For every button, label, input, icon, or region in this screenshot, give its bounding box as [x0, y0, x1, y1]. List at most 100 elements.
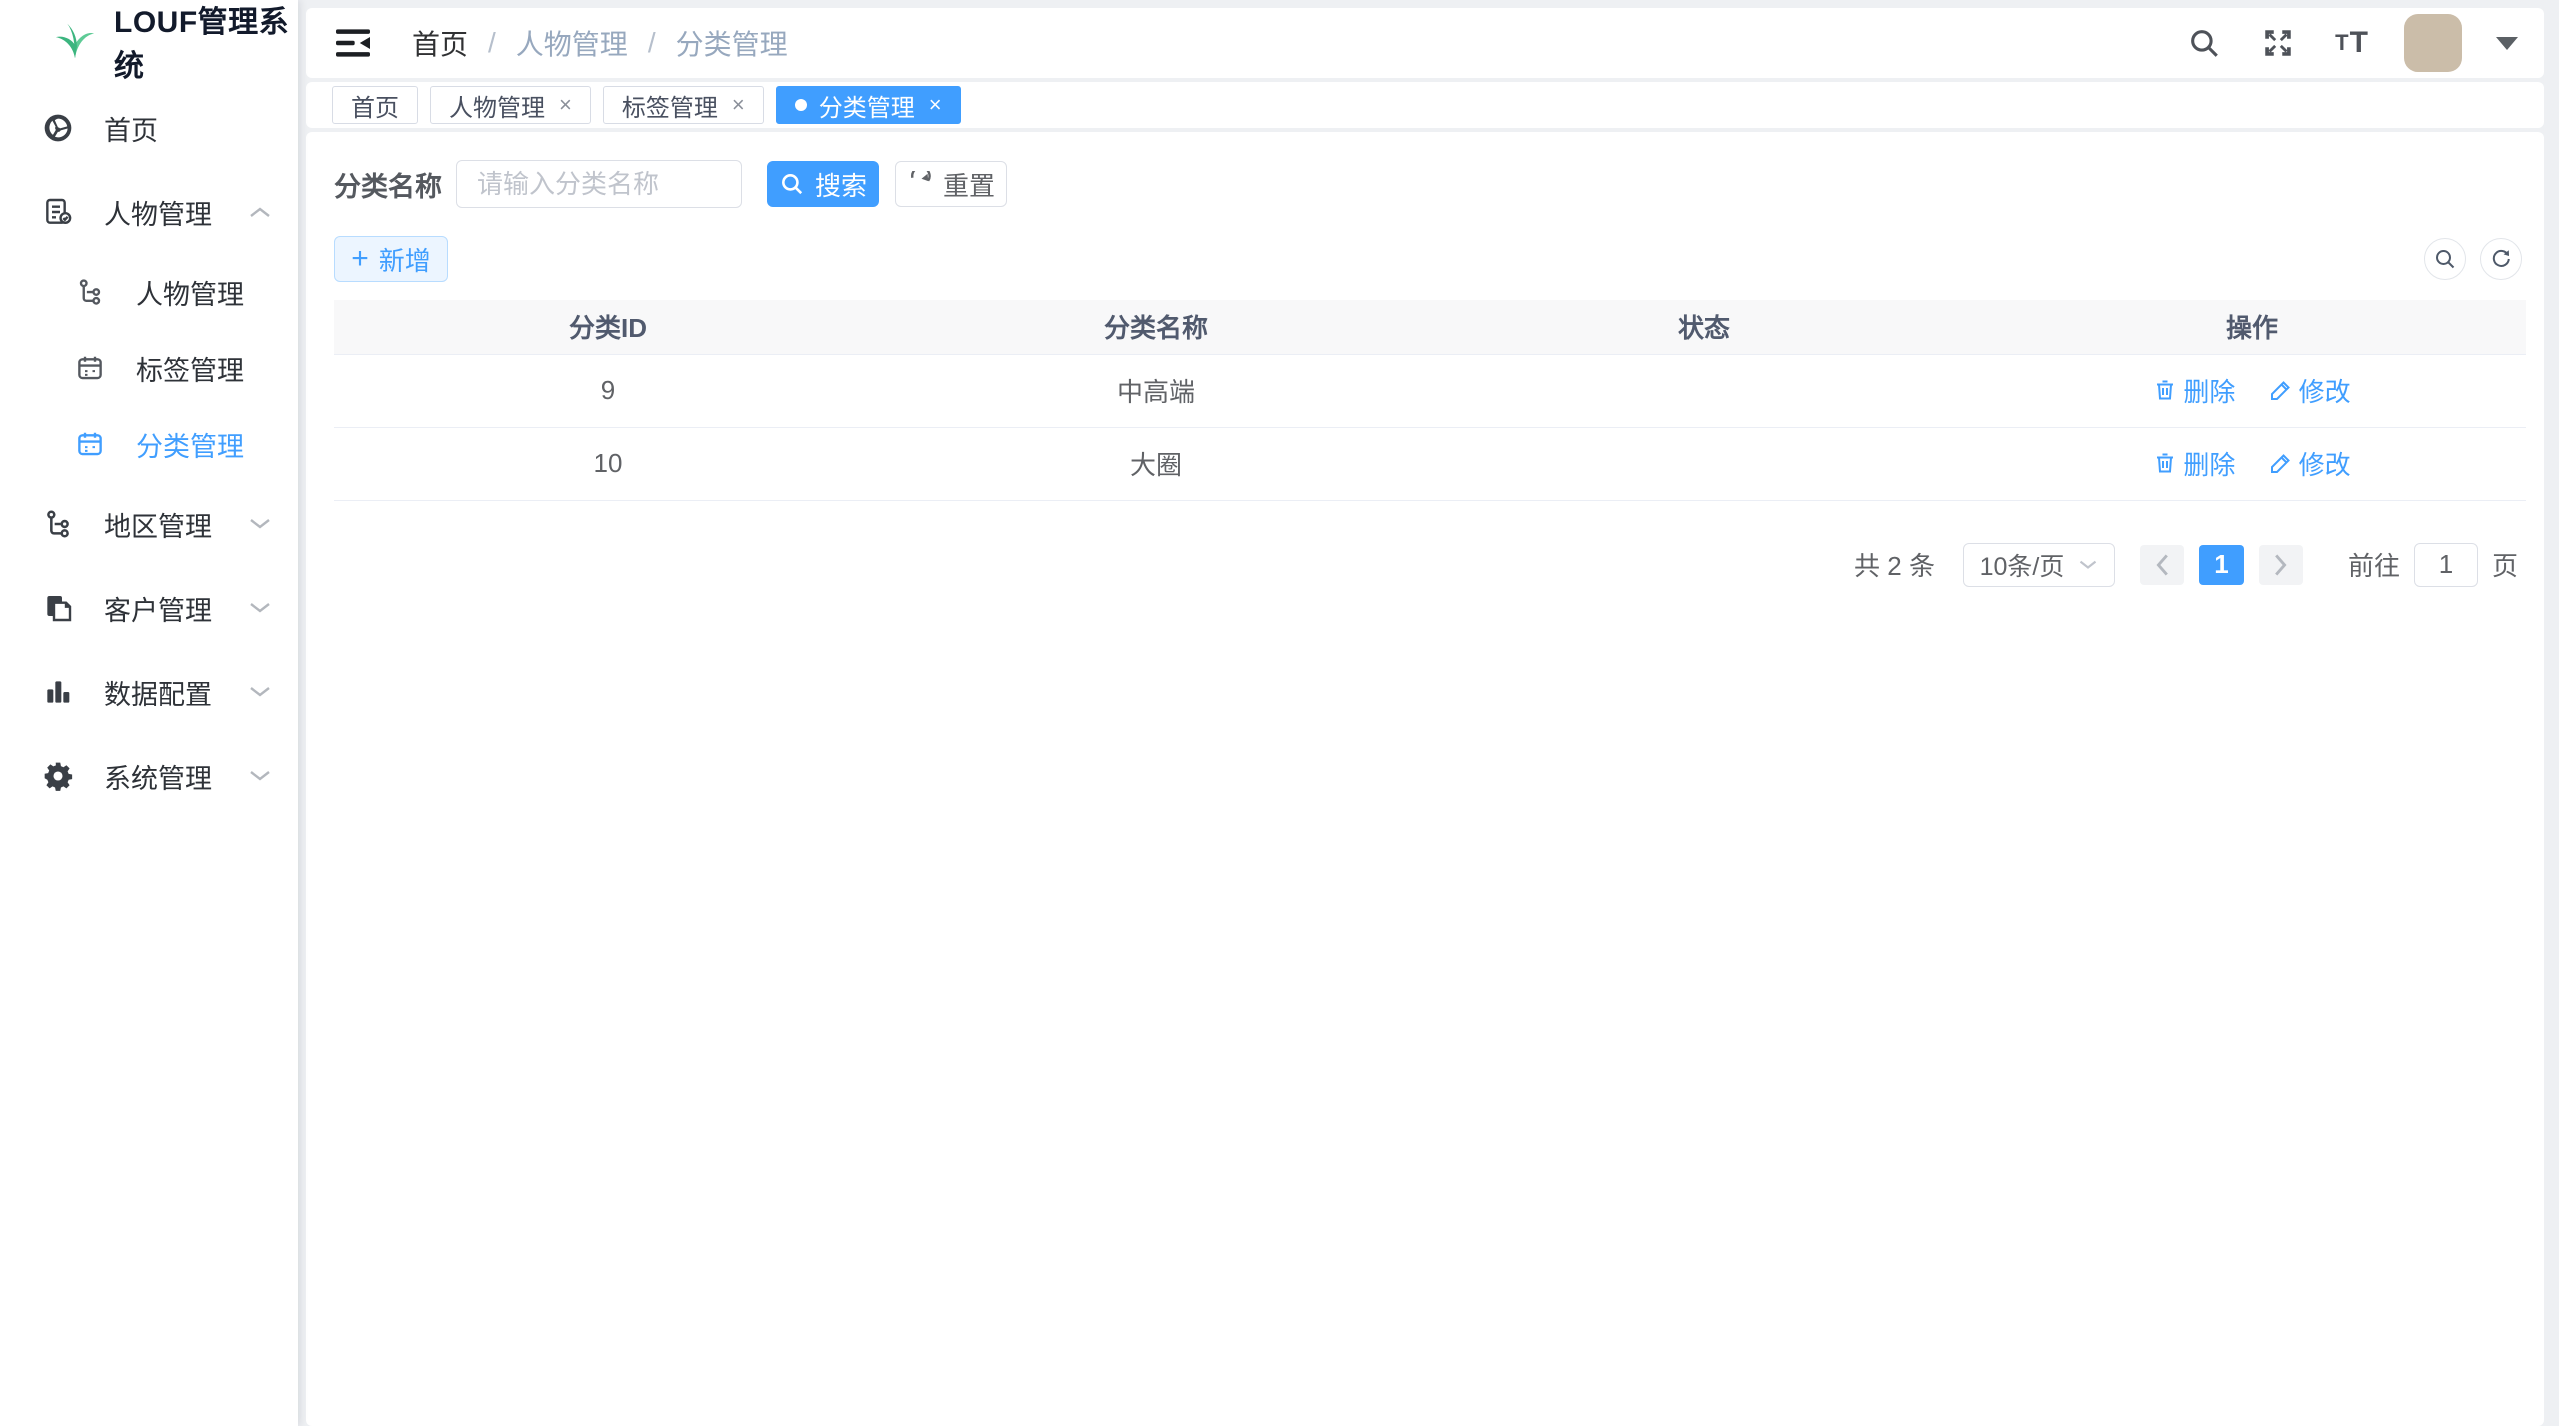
sidebar-item-system-manage[interactable]: 系统管理 [0, 734, 298, 818]
delete-button[interactable]: 删除 [2153, 445, 2235, 482]
breadcrumb-category: 分类管理 [676, 23, 788, 63]
plus-icon: + [351, 244, 369, 274]
tab-category-manage[interactable]: 分类管理 × [776, 86, 961, 124]
people-doc-icon [40, 196, 76, 228]
sidebar-item-people-group[interactable]: 人物管理 [0, 170, 298, 254]
sidebar-item-label: 地区管理 [104, 505, 248, 544]
search-icon[interactable] [2182, 21, 2226, 65]
chevron-down-icon [248, 601, 272, 615]
edit-label: 修改 [2299, 445, 2351, 482]
sidebar-item-data-config[interactable]: 数据配置 [0, 650, 298, 734]
chevron-left-icon [2153, 553, 2171, 577]
edit-button[interactable]: 修改 [2269, 445, 2351, 482]
tab-label: 标签管理 [622, 88, 718, 123]
category-name-label: 分类名称 [334, 165, 442, 204]
app-logo[interactable]: LOUF管理系统 [0, 0, 298, 82]
tab-label: 人物管理 [449, 88, 545, 123]
chevron-down-icon [248, 517, 272, 531]
sidebar-item-label: 标签管理 [136, 349, 272, 388]
breadcrumb-separator: / [488, 27, 496, 59]
calendar-icon [72, 353, 108, 383]
gear-icon [40, 760, 76, 792]
add-button-label: 新增 [379, 241, 431, 278]
sidebar-item-person-manage[interactable]: 人物管理 [0, 254, 298, 330]
goto-page-input[interactable] [2414, 543, 2478, 587]
category-table: 分类ID 分类名称 状态 操作 9 中高端 删除 [334, 300, 2526, 501]
sidebar: LOUF管理系统 首页 人物管理 人物管理 [0, 0, 298, 1426]
bar-chart-icon [40, 676, 76, 708]
calendar-icon [72, 429, 108, 459]
font-size-icon[interactable]: TT [2330, 21, 2374, 65]
column-header-id: 分类ID [334, 300, 882, 354]
fullscreen-icon[interactable] [2256, 21, 2300, 65]
cell-category-name: 大圈 [882, 427, 1430, 500]
next-page-button[interactable] [2259, 545, 2303, 585]
close-icon[interactable]: × [929, 92, 942, 118]
tab-label: 分类管理 [819, 88, 915, 123]
total-count: 共 2 条 [1854, 546, 1935, 583]
goto-label: 前往 [2348, 546, 2400, 583]
search-form: 分类名称 搜索 重置 [334, 160, 2526, 208]
page-size-select[interactable]: 10条/页 [1963, 543, 2115, 587]
edit-button[interactable]: 修改 [2269, 372, 2351, 409]
breadcrumb-separator: / [648, 27, 656, 59]
logo-leaf-icon [52, 21, 98, 61]
sidebar-item-category-manage[interactable]: 分类管理 [0, 406, 298, 482]
delete-label: 删除 [2183, 372, 2235, 409]
prev-page-button[interactable] [2140, 545, 2184, 585]
close-icon[interactable]: × [732, 92, 745, 118]
caret-down-icon[interactable] [2496, 37, 2518, 50]
copy-icon [40, 592, 76, 624]
table-row: 10 大圈 删除 修改 [334, 427, 2526, 500]
avatar[interactable] [2404, 14, 2462, 72]
table-toolbar: + 新增 [334, 236, 2526, 282]
page-size-value: 10条/页 [1980, 547, 2065, 583]
sidebar-item-region-manage[interactable]: 地区管理 [0, 482, 298, 566]
sidebar-item-label: 分类管理 [136, 425, 272, 464]
delete-button[interactable]: 删除 [2153, 372, 2235, 409]
cell-category-id: 9 [334, 354, 882, 427]
sidebar-item-label: 人物管理 [136, 273, 272, 312]
cell-category-name: 中高端 [882, 354, 1430, 427]
tags-view: 首页 人物管理 × 标签管理 × 分类管理 × [306, 82, 2544, 128]
sidebar-item-label: 系统管理 [104, 757, 248, 796]
app-title: LOUF管理系统 [114, 0, 298, 85]
search-button[interactable]: 搜索 [767, 161, 879, 207]
reset-button[interactable]: 重置 [895, 161, 1007, 207]
column-header-actions: 操作 [1978, 300, 2526, 354]
main-content: 分类名称 搜索 重置 + 新增 分类ID 分类名称 [306, 132, 2544, 1426]
refresh-icon[interactable] [2480, 238, 2522, 280]
toggle-knob [1675, 394, 1701, 420]
sidebar-item-home[interactable]: 首页 [0, 86, 298, 170]
page-number-button[interactable]: 1 [2199, 545, 2244, 585]
sidebar-item-label: 数据配置 [104, 673, 248, 712]
sidebar-item-label: 客户管理 [104, 589, 248, 628]
breadcrumb-home[interactable]: 首页 [412, 23, 468, 63]
collapse-sidebar-icon[interactable] [332, 23, 378, 63]
chevron-down-icon [248, 769, 272, 783]
table-header-row: 分类ID 分类名称 状态 操作 [334, 300, 2526, 354]
tab-home[interactable]: 首页 [332, 86, 418, 124]
tab-people-manage[interactable]: 人物管理 × [430, 86, 591, 124]
sidebar-item-tag-manage[interactable]: 标签管理 [0, 330, 298, 406]
table-row: 9 中高端 删除 修改 [334, 354, 2526, 427]
sidebar-item-label: 首页 [104, 109, 272, 148]
tab-tag-manage[interactable]: 标签管理 × [603, 86, 764, 124]
page-suffix-label: 页 [2492, 546, 2518, 583]
table-tools [2424, 238, 2522, 280]
breadcrumb-people: 人物管理 [516, 23, 628, 63]
add-button[interactable]: + 新增 [334, 236, 448, 282]
tree-icon [40, 508, 76, 540]
sidebar-menu: 首页 人物管理 人物管理 标签管理 [0, 82, 298, 818]
category-name-input[interactable] [456, 160, 742, 208]
pagination: 共 2 条 10条/页 1 前往 页 [334, 543, 2518, 587]
chevron-up-icon [248, 205, 272, 219]
breadcrumb: 首页 / 人物管理 / 分类管理 [412, 23, 788, 63]
toggle-search-icon[interactable] [2424, 238, 2466, 280]
edit-label: 修改 [2299, 372, 2351, 409]
cell-category-id: 10 [334, 427, 882, 500]
sidebar-item-customer-manage[interactable]: 客户管理 [0, 566, 298, 650]
close-icon[interactable]: × [559, 92, 572, 118]
column-header-status: 状态 [1430, 300, 1978, 354]
dashboard-icon [40, 112, 76, 144]
